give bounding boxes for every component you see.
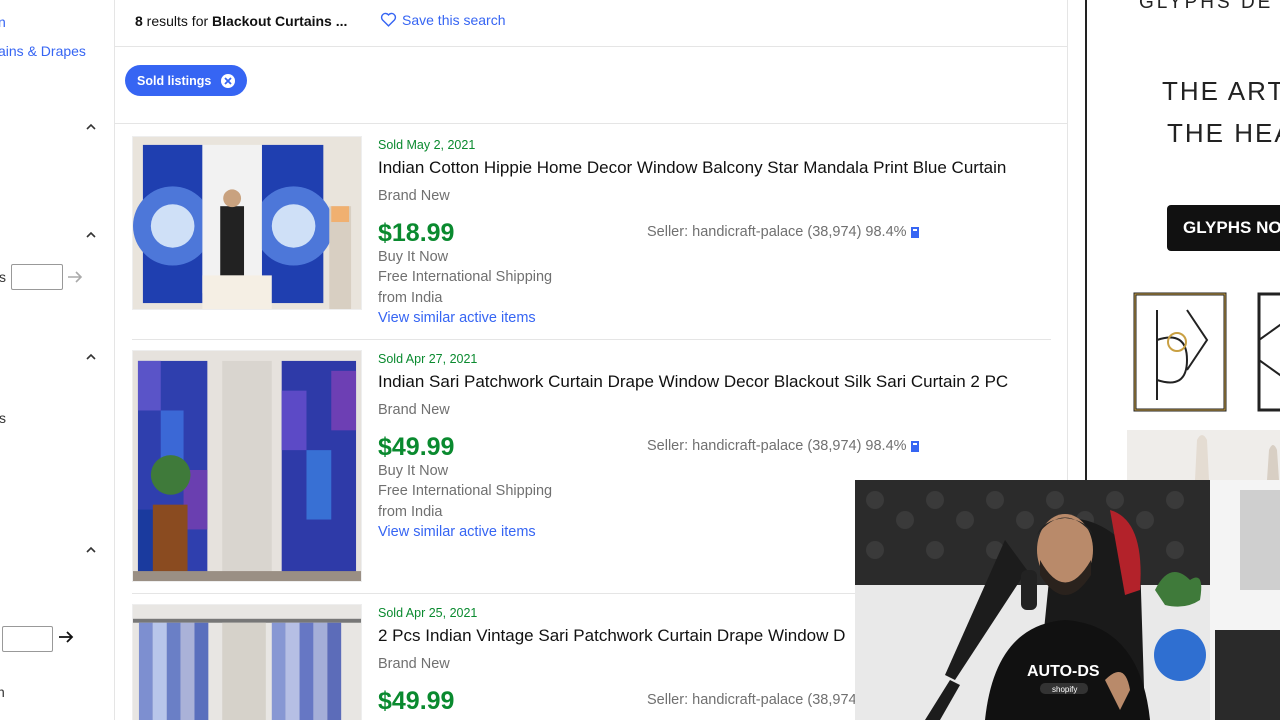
seller-text: Seller: handicraft-palace (38,974) 98.4% bbox=[647, 438, 907, 454]
listing-image[interactable] bbox=[132, 604, 362, 720]
listing-price: $49.99 bbox=[378, 433, 455, 461]
listing-condition: Brand New bbox=[378, 402, 450, 418]
listing-shipping: Free International Shipping bbox=[378, 269, 553, 285]
webcam-overlay: AUTO-DS shopify bbox=[855, 480, 1280, 720]
sold-date: Sold May 2, 2021 bbox=[378, 138, 476, 152]
sidebar-bottom-fragment: n bbox=[0, 684, 5, 700]
chevron-up-icon[interactable] bbox=[85, 351, 97, 363]
shirt-sub-text: shopify bbox=[1052, 685, 1077, 694]
listing-shipping: Free International Shipping bbox=[378, 483, 553, 499]
chip-label: Sold listings bbox=[137, 73, 212, 88]
results-summary: 8 results for Blackout Curtains ... bbox=[135, 13, 347, 29]
arrow-right-icon[interactable] bbox=[66, 268, 84, 286]
listing-location: from India bbox=[378, 290, 443, 306]
sold-date: Sold Apr 27, 2021 bbox=[378, 352, 478, 366]
seller-text: Seller: handicraft-palace (38,974 bbox=[647, 692, 857, 708]
seller-text: Seller: handicraft-palace (38,974) 98.4% bbox=[647, 224, 907, 240]
listing-format: Buy It Now bbox=[378, 249, 449, 265]
seller-info: Seller: handicraft-palace (38,974 bbox=[647, 692, 857, 708]
sidebar-link-curtains-drapes[interactable]: ains & Drapes bbox=[0, 43, 86, 59]
ad-brand: GLYPHS DE bbox=[1139, 0, 1274, 13]
applied-filters-bar: Sold listings bbox=[115, 47, 1067, 124]
listing-image[interactable] bbox=[132, 350, 362, 582]
listing-price: $18.99 bbox=[378, 219, 455, 247]
listing-item[interactable]: Sold May 2, 2021 Indian Cotton Hippie Ho… bbox=[132, 136, 1051, 340]
price-label-fragment: s bbox=[0, 269, 6, 285]
ad-headline: THE ART C bbox=[1162, 76, 1280, 106]
results-header: 8 results for Blackout Curtains ... Save… bbox=[115, 0, 1067, 47]
seller-info: Seller: handicraft-palace (38,974) 98.4% bbox=[647, 438, 920, 454]
save-search-button[interactable]: Save this search bbox=[380, 11, 506, 28]
listing-location: from India bbox=[378, 504, 443, 520]
listing-format: Buy It Now bbox=[378, 463, 449, 479]
ad-headline-2: THE HEA bbox=[1167, 118, 1280, 148]
chevron-up-icon[interactable] bbox=[85, 121, 97, 133]
save-search-label: Save this search bbox=[402, 11, 506, 28]
top-seller-icon bbox=[910, 226, 919, 238]
chevron-up-icon[interactable] bbox=[85, 229, 97, 241]
shirt-logo-text: AUTO-DS bbox=[1027, 663, 1100, 680]
distance-input[interactable] bbox=[2, 626, 53, 652]
sold-listings-chip[interactable]: Sold listings bbox=[125, 65, 248, 96]
heart-icon bbox=[380, 12, 397, 27]
view-similar-link[interactable]: View similar active items bbox=[378, 524, 536, 540]
sponsored-ad[interactable]: GLYPHS DE THE ART C THE HEA GLYPHS NO bbox=[1085, 0, 1280, 480]
ad-artwork-image bbox=[1127, 280, 1280, 480]
top-seller-icon bbox=[910, 440, 919, 452]
results-text: results for bbox=[142, 13, 213, 29]
sidebar-link-category-parent[interactable]: n bbox=[0, 14, 6, 30]
ad-cta-button[interactable]: GLYPHS NO bbox=[1167, 205, 1280, 251]
listing-image[interactable] bbox=[132, 136, 362, 310]
sold-date: Sold Apr 25, 2021 bbox=[378, 606, 478, 620]
arrow-right-icon[interactable] bbox=[57, 628, 75, 646]
listing-title[interactable]: Indian Cotton Hippie Home Decor Window B… bbox=[378, 158, 1006, 178]
listing-title[interactable]: Indian Sari Patchwork Curtain Drape Wind… bbox=[378, 372, 1008, 392]
close-icon[interactable] bbox=[221, 73, 236, 88]
view-similar-link[interactable]: View similar active items bbox=[378, 310, 536, 326]
listing-title[interactable]: 2 Pcs Indian Vintage Sari Patchwork Curt… bbox=[378, 626, 845, 646]
chevron-up-icon[interactable] bbox=[85, 544, 97, 556]
price-max-input[interactable] bbox=[11, 264, 63, 290]
filter-sidebar: n ains & Drapes s s n bbox=[0, 0, 115, 720]
webcam-video: AUTO-DS shopify bbox=[855, 480, 1280, 720]
results-count: 8 bbox=[135, 13, 143, 29]
listing-condition: Brand New bbox=[378, 188, 450, 204]
filter-label-fragment: s bbox=[0, 410, 6, 426]
seller-info: Seller: handicraft-palace (38,974) 98.4% bbox=[647, 224, 920, 240]
results-query: Blackout Curtains ... bbox=[212, 13, 348, 29]
listing-price: $49.99 bbox=[378, 687, 455, 715]
listing-condition: Brand New bbox=[378, 656, 450, 672]
